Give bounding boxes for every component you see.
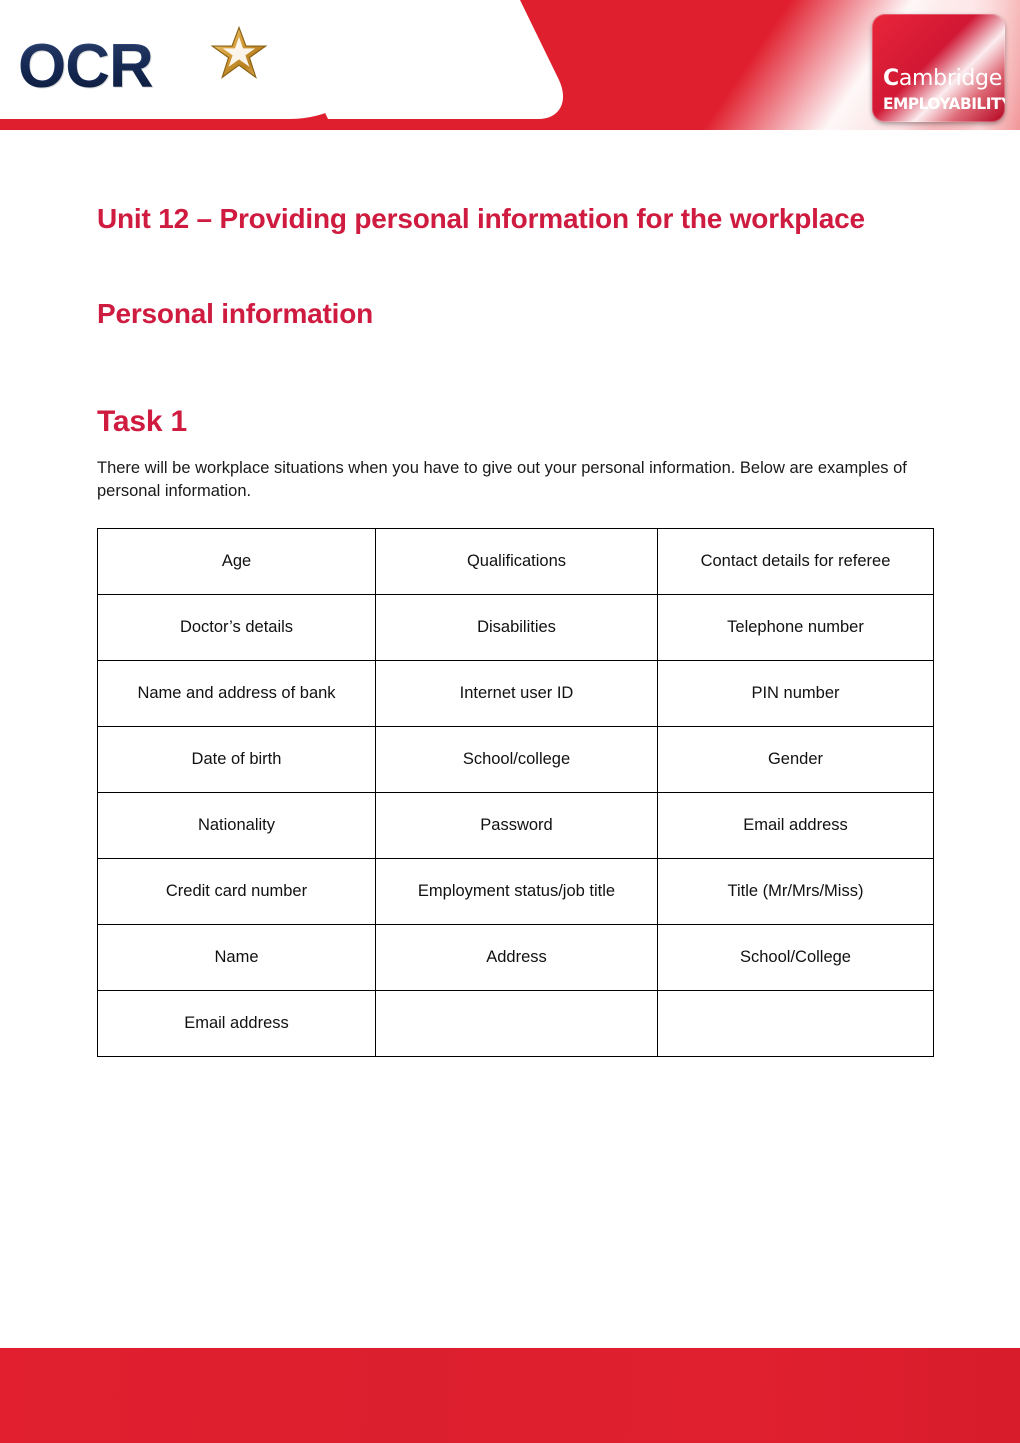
table-cell-empty (657, 990, 934, 1057)
table-cell: School/College (657, 924, 934, 991)
table-row: Age Qualifications Contact details for r… (97, 528, 934, 595)
table-cell: Telephone number (657, 594, 934, 661)
table-cell: Internet user ID (375, 660, 658, 727)
page-title: Unit 12 – Providing personal information… (97, 202, 865, 234)
cambridge-initial: C (883, 66, 899, 91)
table-cell: School/college (375, 726, 658, 793)
star-icon (210, 25, 268, 79)
personal-information-table: Age Qualifications Contact details for r… (97, 528, 934, 1057)
table-body: Age Qualifications Contact details for r… (97, 528, 934, 1057)
table-row: Name and address of bank Internet user I… (97, 660, 934, 727)
table-cell: Name and address of bank (97, 660, 376, 727)
table-cell: Date of birth (97, 726, 376, 793)
table-cell: PIN number (657, 660, 934, 727)
table-row: Nationality Password Email address (97, 792, 934, 859)
table-row: Name Address School/College (97, 924, 934, 991)
table-cell: Employment status/job title (375, 858, 658, 925)
table-cell: Email address (657, 792, 934, 859)
table-row: Email address (97, 990, 934, 1057)
table-row: Doctor’s details Disabilities Telephone … (97, 594, 934, 661)
table-cell: Address (375, 924, 658, 991)
task-title: Task 1 (97, 404, 187, 438)
table-row: Date of birth School/college Gender (97, 726, 934, 793)
intro-paragraph: There will be workplace situations when … (97, 458, 907, 500)
table-cell: Title (Mr/Mrs/Miss) (657, 858, 934, 925)
table-cell: Credit card number (97, 858, 376, 925)
table-cell: Gender (657, 726, 934, 793)
section-title: Personal information (97, 298, 374, 330)
table-cell: Age (97, 528, 376, 595)
table-cell: Contact details for referee (657, 528, 934, 595)
table-row: Credit card number Employment status/job… (97, 858, 934, 925)
employability-wordmark: EMPLOYABILITY (883, 94, 1005, 113)
page-header: OCR Cambridge EMPLOYABILITY (0, 0, 1020, 130)
table-cell: Qualifications (375, 528, 658, 595)
table-cell: Email address (97, 990, 376, 1057)
cambridge-rest: ambridge (898, 66, 1002, 91)
cambridge-wordmark: Cambridge (883, 66, 1002, 91)
table-cell: Disabilities (375, 594, 658, 661)
table-cell: Name (97, 924, 376, 991)
table-cell: Doctor’s details (97, 594, 376, 661)
table-cell-empty (375, 990, 658, 1057)
table-cell: Nationality (97, 792, 376, 859)
table-cell: Password (375, 792, 658, 859)
ocr-logo: OCR (18, 22, 278, 112)
page-footer (0, 1348, 1020, 1443)
cambridge-employability-logo: Cambridge EMPLOYABILITY (872, 14, 1005, 122)
ocr-logo-text: OCR (18, 32, 154, 101)
